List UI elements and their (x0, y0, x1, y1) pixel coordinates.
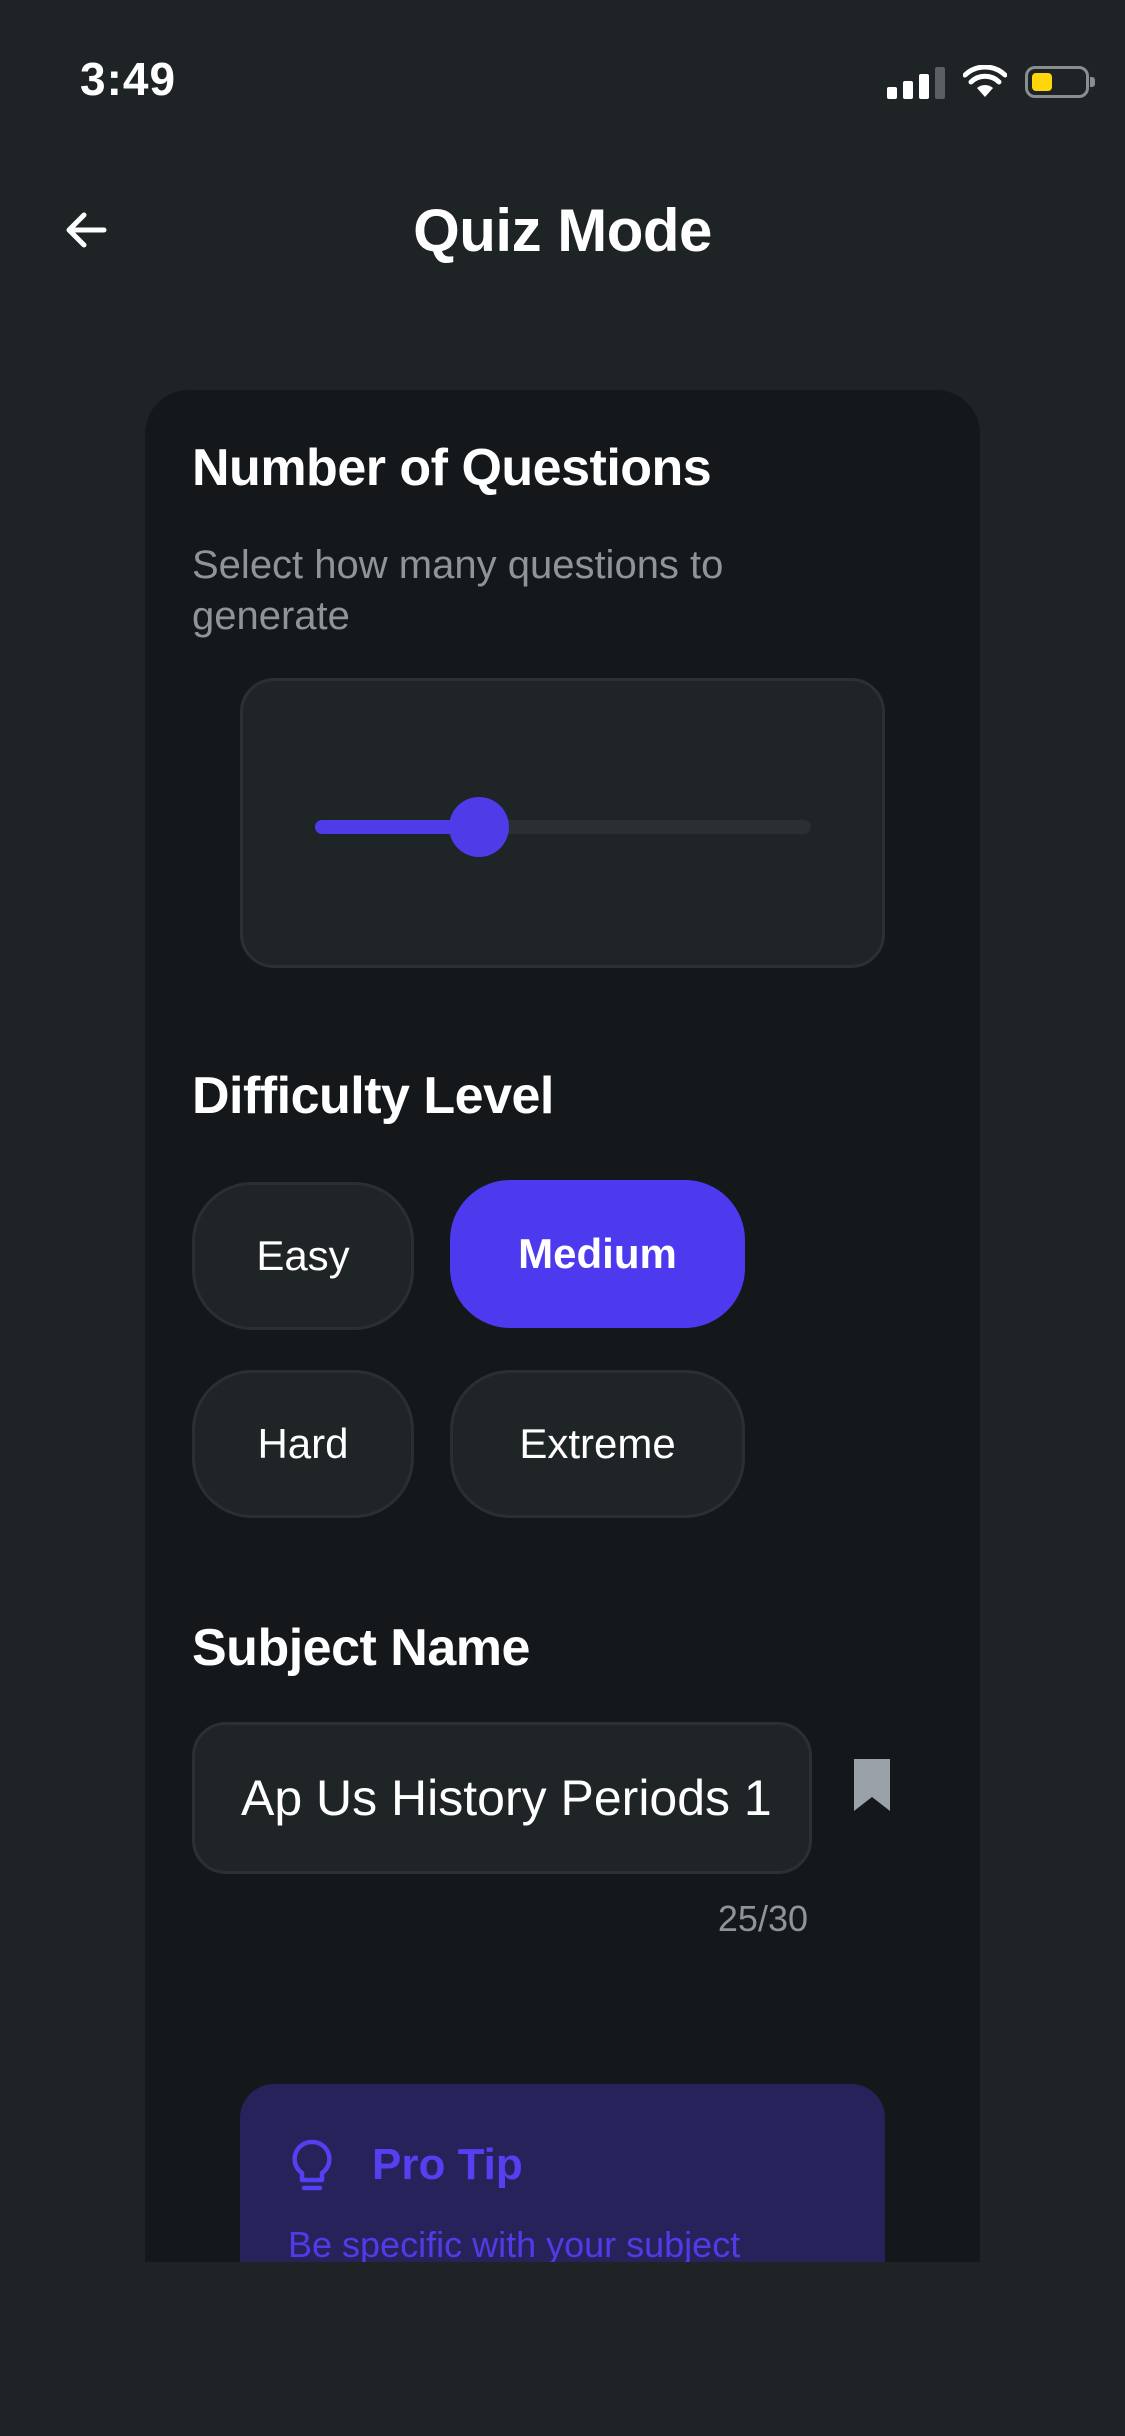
battery-icon (1025, 66, 1095, 98)
subject-name-value: Ap Us History Periods 1 (241, 1770, 772, 1826)
page-title: Quiz Mode (413, 197, 712, 264)
difficulty-option-medium[interactable]: Medium (450, 1180, 745, 1328)
pro-tip-box: Pro Tip Be specific with your subject (240, 2084, 885, 2262)
difficulty-option-extreme[interactable]: Extreme (450, 1370, 745, 1518)
difficulty-option-hard[interactable]: Hard (192, 1370, 414, 1518)
status-time: 3:49 (80, 53, 177, 105)
subject-title: Subject Name (192, 1619, 530, 1677)
bookmark-icon[interactable] (850, 1757, 894, 1813)
wifi-icon (963, 65, 1007, 97)
subject-name-input[interactable]: Ap Us History Periods 1 (192, 1722, 812, 1874)
questions-subtitle: Select how many questions to generate (192, 543, 724, 638)
signal-icon (887, 65, 945, 99)
quiz-settings-card: Number of Questions Select how many ques… (145, 390, 980, 2262)
slider-thumb[interactable] (448, 797, 509, 857)
question-count-slider-box (240, 678, 885, 968)
lightbulb-icon (292, 2139, 332, 2191)
difficulty-title: Difficulty Level (192, 1067, 554, 1125)
difficulty-option-easy[interactable]: Easy (192, 1182, 414, 1330)
questions-title: Number of Questions (192, 439, 712, 497)
question-count-slider[interactable] (315, 797, 811, 857)
status-icons (887, 60, 1095, 104)
character-counter: 25/30 (717, 1898, 808, 1939)
pro-tip-title: Pro Tip (372, 2140, 523, 2189)
pro-tip-text: Be specific with your subject (288, 2224, 741, 2262)
